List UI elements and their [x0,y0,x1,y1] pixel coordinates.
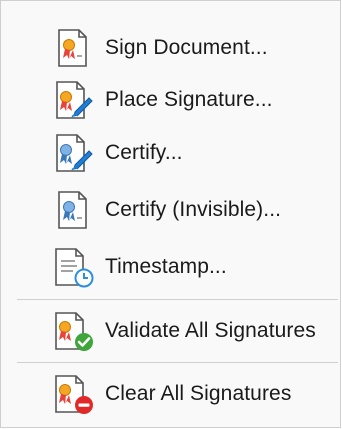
menu-item-certify[interactable]: Certify... [1,128,340,178]
menu-item-sign-document[interactable]: Sign Document... [1,23,340,73]
sign-document-icon [51,26,95,70]
menu-item-label: Clear All Signatures [105,382,292,405]
menu-item-validate-all-signatures[interactable]: Validate All Signatures [1,306,340,356]
validate-all-signatures-icon [51,309,95,353]
menu-item-label: Certify... [105,141,183,164]
menu-item-clear-all-signatures[interactable]: Clear All Signatures [1,369,340,419]
timestamp-icon [51,245,95,289]
menu-item-label: Sign Document... [105,36,268,59]
clear-all-signatures-icon [51,372,95,416]
certify-invisible-icon [51,188,95,232]
certify-icon [51,131,95,175]
menu-separator [17,362,338,363]
menu-item-certify-invisible[interactable]: Certify (Invisible)... [1,185,340,235]
menu-item-label: Certify (Invisible)... [105,198,282,221]
place-signature-icon [51,78,95,122]
menu-item-place-signature[interactable]: Place Signature... [1,75,340,125]
menu-separator [17,299,338,300]
menu-item-label: Timestamp... [105,255,227,278]
signature-context-menu: Sign Document... Place Signature... Cert… [0,0,341,428]
menu-item-timestamp[interactable]: Timestamp... [1,242,340,292]
menu-item-label: Place Signature... [105,88,273,111]
menu-item-label: Validate All Signatures [105,319,316,342]
